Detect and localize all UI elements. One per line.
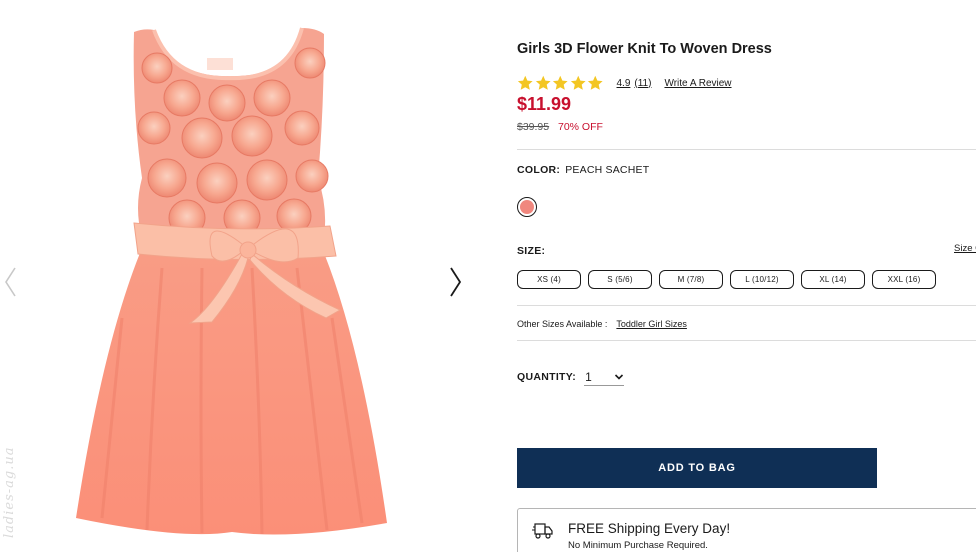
sale-price: $11.99 [517,94,572,114]
other-sizes-row: Other Sizes Available : Toddler Girl Siz… [517,319,687,329]
rating-stars [517,75,604,92]
rating-count-link[interactable]: (11) [634,78,651,89]
size-option-xxl[interactable]: XXL (16) [872,270,936,289]
color-swatch-peach-sachet[interactable] [517,197,537,217]
star-icon [535,75,551,90]
size-guide-link[interactable]: Size G [954,243,976,254]
add-to-bag-button[interactable]: ADD TO BAG [517,448,877,488]
watermark: ladies-ag.ua [2,446,17,538]
product-title: Girls 3D Flower Knit To Woven Dress [517,41,772,57]
product-image[interactable] [62,18,402,552]
size-options: XS (4) S (5/6) M (7/8) L (10/12) XL (14)… [517,270,936,289]
color-row: COLOR: PEACH SACHET [517,164,649,176]
toddler-girl-sizes-link[interactable]: Toddler Girl Sizes [616,319,687,329]
size-option-xs[interactable]: XS (4) [517,270,581,289]
divider [517,340,976,341]
rating-value-link[interactable]: 4.9 [617,78,631,89]
shipping-title: FREE Shipping Every Day! [568,521,731,536]
discount-badge: 70% OFF [558,121,603,133]
next-image-arrow-icon[interactable] [444,262,466,302]
star-icon [570,75,586,90]
product-image-gallery: ladies-ag.ua [0,0,480,552]
star-icon [552,75,568,90]
size-label: SIZE: [517,245,546,257]
star-icon [517,75,533,90]
original-price: $39.95 [517,121,550,133]
chevron-down-icon [615,373,624,380]
quantity-select[interactable]: 1 [584,368,625,386]
divider [517,149,976,150]
previous-image-arrow-icon[interactable] [0,262,22,302]
star-icon [587,75,603,90]
write-review-link[interactable]: Write A Review [664,78,731,89]
color-label: COLOR: [517,164,561,176]
rating-row: 4.9 (11) Write A Review [517,74,732,92]
color-value: PEACH SACHET [565,164,650,176]
size-option-l[interactable]: L (10/12) [730,270,794,289]
free-shipping-banner: FREE Shipping Every Day! No Minimum Purc… [517,508,976,552]
size-option-xl[interactable]: XL (14) [801,270,865,289]
quantity-row: QUANTITY: 1 [517,368,625,386]
divider [517,305,976,306]
shipping-subtitle: No Minimum Purchase Required. [568,540,708,551]
quantity-label: QUANTITY: [517,371,577,383]
other-sizes-label: Other Sizes Available : [517,319,608,329]
quantity-value: 1 [585,369,592,384]
size-option-m[interactable]: M (7/8) [659,270,723,289]
size-option-s[interactable]: S (5/6) [588,270,652,289]
swatch-fill [520,200,534,214]
shipping-truck-icon [532,523,553,539]
